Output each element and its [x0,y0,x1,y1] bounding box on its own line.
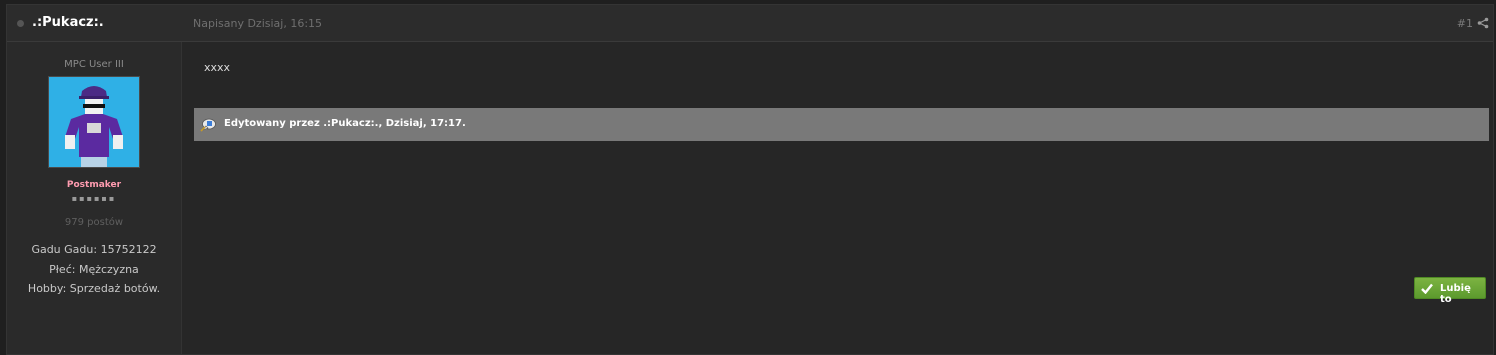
profile-field-hobby: Hobby: Sprzedaż botów. [27,282,161,295]
checkmark-icon [1421,283,1433,294]
post-count: 979 postów [64,217,124,228]
post-header: .:Pukacz:. Napisany Dzisiaj, 16:15 #1 [7,5,1493,42]
avatar-image [49,77,139,167]
user-group: Postmaker [66,180,122,190]
profile-field-gadu-gadu: Gadu Gadu: 15752122 [31,243,157,256]
edit-notice-text: Edytowany przez .:Pukacz:., Dzisiaj, 17:… [224,118,466,129]
offline-dot-icon [17,20,24,27]
post-content: xxxx Edytowany przez .:Pukacz:., Dzisiaj… [182,42,1493,354]
author-name-link[interactable]: .:Pukacz:. [32,15,104,30]
edit-notice: Edytowany przez .:Pukacz:., Dzisiaj, 17:… [194,108,1489,141]
post-body-text: xxxx [204,61,231,74]
share-icon[interactable] [1477,17,1489,29]
user-title: MPC User III [64,59,124,70]
like-button-label: Lubię to [1440,283,1471,305]
author-sidebar: MPC User III Postmaker ▪▪▪▪▪▪ 979 postów… [7,42,182,354]
speech-bubble-icon [200,118,216,132]
forum-post: .:Pukacz:. Napisany Dzisiaj, 16:15 #1 MP… [6,4,1494,355]
avatar[interactable] [48,76,140,168]
rank-pips: ▪▪▪▪▪▪ [71,194,117,203]
like-button[interactable]: Lubię to [1414,277,1486,305]
post-date: Napisany Dzisiaj, 16:15 [193,17,323,30]
post-number-link[interactable]: #1 [1457,17,1473,30]
profile-field-gender: Płeć: Mężczyzna [49,263,139,276]
